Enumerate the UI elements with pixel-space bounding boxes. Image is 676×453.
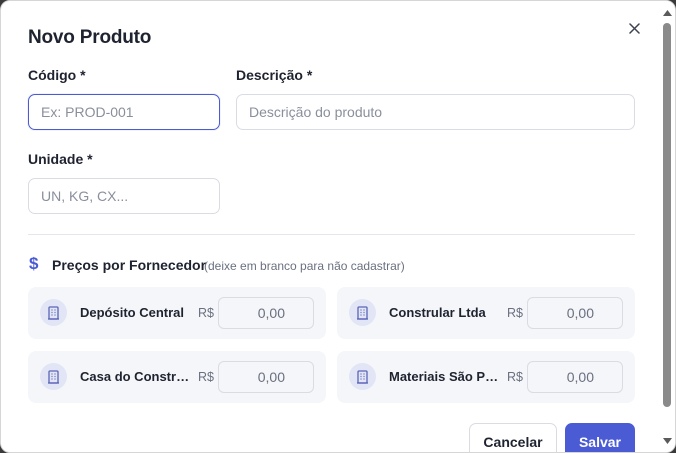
supplier-name: Casa do Construtor <box>80 369 192 384</box>
modal-title: Novo Produto <box>28 27 152 48</box>
unidade-field-wrapper <box>28 178 220 214</box>
section-divider <box>28 234 635 235</box>
currency-label: R$ <box>507 370 523 384</box>
supplier-price-input[interactable]: 0,00 <box>218 297 314 329</box>
close-button[interactable] <box>623 17 645 39</box>
building-icon <box>349 363 376 390</box>
codigo-field-wrapper <box>28 94 220 130</box>
codigo-label: Código * <box>28 67 86 83</box>
close-icon <box>628 22 640 34</box>
currency-label: R$ <box>198 370 214 384</box>
supplier-card: Materiais São Paulo R$ 0,00 <box>337 351 635 403</box>
scroll-down-icon[interactable] <box>662 436 672 446</box>
dollar-icon: $ <box>29 254 39 273</box>
supplier-price-input[interactable]: 0,00 <box>527 361 623 393</box>
supplier-card: Casa do Construtor R$ 0,00 <box>28 351 326 403</box>
save-button[interactable]: Salvar <box>565 423 635 452</box>
supplier-name: Materiais São Paulo <box>389 369 501 384</box>
unidade-input[interactable] <box>41 188 207 204</box>
building-icon <box>349 299 376 326</box>
supplier-card: Depósito Central R$ 0,00 <box>28 287 326 339</box>
new-product-modal: Novo Produto Código * Descrição * Unidad… <box>0 0 676 453</box>
codigo-input[interactable] <box>41 104 207 120</box>
unidade-label: Unidade * <box>28 151 93 167</box>
cancel-button[interactable]: Cancelar <box>469 423 557 452</box>
precos-section-hint: (deixe em branco para não cadastrar) <box>204 259 405 273</box>
descricao-label: Descrição * <box>236 67 313 83</box>
building-icon <box>40 363 67 390</box>
currency-label: R$ <box>198 306 214 320</box>
scrollbar-thumb[interactable] <box>663 23 671 407</box>
descricao-input[interactable] <box>249 104 622 120</box>
supplier-card: Constrular Ltda R$ 0,00 <box>337 287 635 339</box>
building-icon <box>40 299 67 326</box>
scroll-up-icon[interactable] <box>662 8 672 18</box>
supplier-name: Constrular Ltda <box>389 305 486 320</box>
currency-label: R$ <box>507 306 523 320</box>
supplier-price-input[interactable]: 0,00 <box>218 361 314 393</box>
precos-section-title: Preços por Fornecedor <box>52 257 207 273</box>
descricao-field-wrapper <box>236 94 635 130</box>
supplier-price-input[interactable]: 0,00 <box>527 297 623 329</box>
supplier-name: Depósito Central <box>80 305 185 320</box>
